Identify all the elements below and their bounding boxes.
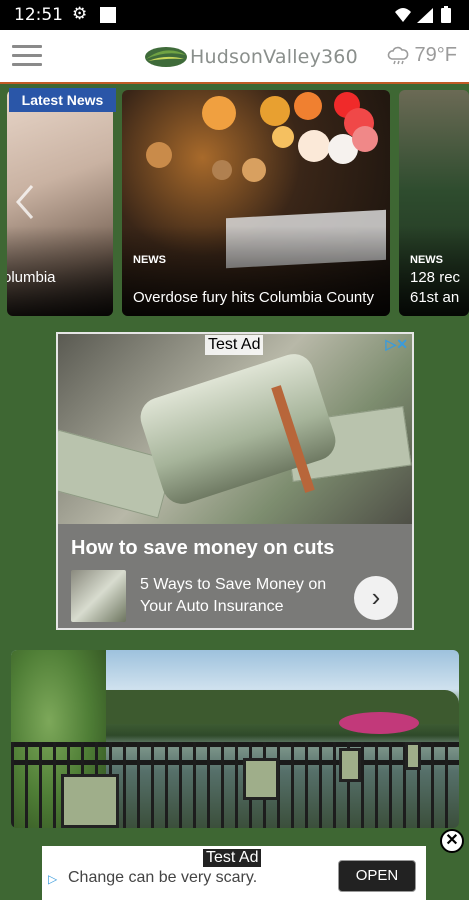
info-sign (61, 774, 119, 828)
latest-news-badge: Latest News (9, 88, 116, 112)
info-sign (339, 748, 361, 782)
site-logo[interactable]: HudsonValley360 (144, 42, 358, 72)
card-tag: NEWS (410, 254, 443, 266)
chevron-left-icon[interactable] (14, 184, 36, 220)
bokeh-light (242, 158, 266, 182)
bokeh-light (146, 142, 172, 168)
signal-battery-icons (395, 6, 451, 23)
hamburger-menu-icon[interactable] (12, 45, 42, 67)
news-carousel[interactable]: olumbia NEWS Overdose fury hits Columbia… (0, 88, 469, 316)
ad-thumbnail (71, 570, 126, 622)
news-card[interactable]: NEWS 128 rec 61st an (399, 90, 469, 316)
adchoices-icon[interactable]: ▷✕ (386, 336, 409, 353)
info-sign (405, 742, 421, 770)
settings-gear-icon: ⚙ (72, 4, 88, 23)
app-bar: HudsonValley360 79°F (0, 30, 469, 84)
news-card[interactable]: NEWS Overdose fury hits Columbia County (122, 90, 390, 316)
ad-image (58, 334, 412, 524)
banner-ad[interactable]: Test Ad ▷ Change can be very scary. OPEN (42, 846, 426, 900)
card-headline: olumbia (7, 269, 56, 286)
logo-text: HudsonValley360 (190, 46, 358, 68)
info-sign (243, 758, 279, 800)
open-button[interactable]: OPEN (338, 860, 416, 892)
status-time: 12:51 (14, 5, 63, 25)
chevron-right-icon[interactable]: › (354, 576, 398, 620)
weather-widget[interactable]: 79°F (387, 44, 457, 67)
ad-title[interactable]: How to save money on cuts (71, 537, 334, 560)
cloud-rain-icon (387, 46, 408, 64)
bokeh-light (202, 96, 236, 130)
test-ad-label: Test Ad (203, 849, 262, 867)
bokeh-light (260, 96, 290, 126)
bokeh-light (352, 126, 378, 152)
article-photo[interactable] (11, 650, 459, 828)
notification-icon (100, 7, 116, 23)
banner-ad-text[interactable]: Change can be very scary. (68, 869, 257, 887)
temperature: 79°F (414, 44, 457, 66)
ad-subtitle[interactable]: 5 Ways to Save Money on Your Auto Insura… (140, 574, 350, 618)
bokeh-light (298, 130, 330, 162)
flower-planter (339, 712, 419, 734)
logo-mark-icon (145, 47, 187, 67)
card-headline: 128 rec 61st an (410, 269, 461, 306)
card-headline: Overdose fury hits Columbia County (133, 289, 374, 306)
card-tag: NEWS (133, 254, 166, 266)
native-ad[interactable]: Test Ad ▷✕ How to save money on cuts 5 W… (56, 332, 414, 630)
status-bar: 12:51 ⚙ (0, 0, 469, 30)
close-icon[interactable]: ✕ (440, 829, 464, 853)
bokeh-light (272, 126, 294, 148)
test-ad-label: Test Ad (205, 335, 264, 355)
bokeh-light (294, 92, 322, 120)
bokeh-light (212, 160, 232, 180)
adchoices-icon[interactable]: ▷ (48, 872, 57, 886)
